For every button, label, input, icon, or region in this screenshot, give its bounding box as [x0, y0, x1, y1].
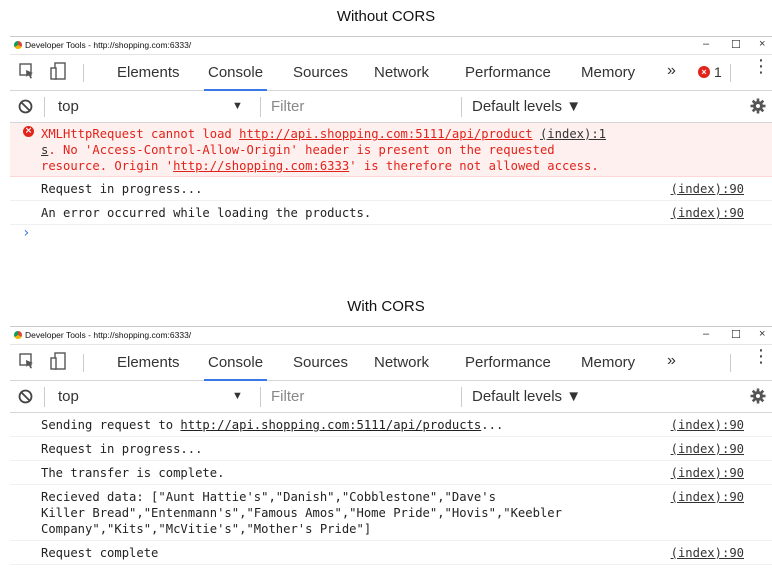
- tab-console[interactable]: Console: [203, 64, 268, 91]
- log-message-pre: Sending request to: [41, 418, 181, 432]
- log-source-link[interactable]: (index):90: [671, 205, 744, 221]
- more-tabs-button[interactable]: »: [667, 62, 676, 80]
- error-url-link[interactable]: http://api.shopping.com:5111/api/product: [239, 127, 533, 141]
- default-levels-dropdown[interactable]: Default levels ▼: [472, 388, 581, 405]
- tab-elements[interactable]: Elements: [117, 354, 180, 371]
- device-toolbar-icon[interactable]: [50, 352, 68, 370]
- log-source-link[interactable]: (index):90: [671, 545, 744, 561]
- error-icon: ×: [23, 126, 34, 137]
- close-button[interactable]: ×: [759, 38, 765, 50]
- log-source-link[interactable]: (index):90: [671, 441, 744, 457]
- tab-memory[interactable]: Memory: [581, 64, 635, 81]
- log-message-post: ...: [481, 418, 504, 432]
- tab-elements[interactable]: Elements: [117, 64, 180, 81]
- console-log-row: The transfer is complete. (index):90: [10, 461, 772, 485]
- tab-network[interactable]: Network: [374, 64, 429, 81]
- maximize-button[interactable]: ☐: [731, 38, 741, 51]
- tab-sources[interactable]: Sources: [293, 354, 348, 371]
- maximize-button[interactable]: ☐: [731, 328, 741, 341]
- console-log-row: Request in progress... (index):90: [10, 177, 772, 201]
- tab-memory[interactable]: Memory: [581, 354, 635, 371]
- log-source-link[interactable]: (index):90: [671, 465, 744, 481]
- settings-gear-icon[interactable]: [750, 388, 766, 404]
- toolbar-divider: [83, 64, 84, 82]
- filter-input[interactable]: Filter: [271, 388, 304, 405]
- devtools-toolbar: Elements Console Sources Network Perform…: [10, 55, 772, 91]
- window-titlebar: Developer Tools - http://shopping.com:63…: [10, 37, 772, 55]
- toolbar-divider: [730, 64, 731, 82]
- console-log-row: Recieved data: ["Aunt Hattie's","Danish"…: [10, 485, 772, 541]
- log-message: Request in progress...: [41, 182, 203, 196]
- context-selector[interactable]: top: [58, 98, 79, 115]
- console-prompt[interactable]: ›: [10, 225, 772, 244]
- filterbar-divider: [461, 387, 462, 407]
- tab-console[interactable]: Console: [203, 354, 268, 381]
- log-message: Request complete: [41, 546, 159, 560]
- chrome-icon: [14, 331, 22, 339]
- context-dropdown-icon[interactable]: ▼: [232, 100, 243, 112]
- log-source-link[interactable]: (index):90: [671, 181, 744, 197]
- close-button[interactable]: ×: [759, 328, 765, 340]
- clear-console-icon[interactable]: [18, 99, 33, 114]
- console-log-row: Sending request to http://api.shopping.c…: [10, 413, 772, 437]
- console-filterbar: top ▼ Filter Default levels ▼: [10, 91, 772, 123]
- prompt-chevron-icon: ›: [22, 225, 31, 241]
- inspect-element-icon[interactable]: [18, 62, 36, 80]
- filterbar-divider: [461, 97, 462, 117]
- log-message: An error occurred while loading the prod…: [41, 206, 372, 220]
- filterbar-divider: [260, 387, 261, 407]
- more-tabs-button[interactable]: »: [667, 352, 676, 370]
- minimize-button[interactable]: –: [703, 38, 709, 50]
- log-source-link[interactable]: (index):90: [671, 489, 744, 505]
- tab-performance[interactable]: Performance: [465, 354, 551, 371]
- caption-with-cors: With CORS: [347, 298, 425, 315]
- devtools-window-with-cors: Developer Tools - http://shopping.com:63…: [10, 326, 772, 565]
- console-filterbar: top ▼ Filter Default levels ▼: [10, 381, 772, 413]
- window-title: Developer Tools - http://shopping.com:63…: [25, 40, 192, 50]
- console-log-row: An error occurred while loading the prod…: [10, 201, 772, 225]
- window-titlebar: Developer Tools - http://shopping.com:63…: [10, 327, 772, 345]
- error-text-pre: XMLHttpRequest cannot load: [41, 127, 240, 141]
- caption-without-cors: Without CORS: [336, 8, 436, 25]
- kebab-menu-icon[interactable]: ⋮: [752, 347, 770, 365]
- log-message: The transfer is complete.: [41, 466, 225, 480]
- request-url-link[interactable]: http://api.shopping.com:5111/api/product…: [180, 418, 481, 432]
- error-count-icon[interactable]: ×: [698, 66, 710, 78]
- device-toolbar-icon[interactable]: [50, 62, 68, 80]
- chrome-icon: [14, 41, 22, 49]
- log-message: Request in progress...: [41, 442, 203, 456]
- tab-network[interactable]: Network: [374, 354, 429, 371]
- window-title: Developer Tools - http://shopping.com:63…: [25, 330, 192, 340]
- devtools-toolbar: Elements Console Sources Network Perform…: [10, 345, 772, 381]
- toolbar-divider: [730, 354, 731, 372]
- default-levels-dropdown[interactable]: Default levels ▼: [472, 98, 581, 115]
- error-count[interactable]: 1: [714, 64, 722, 80]
- console-log-row: Request complete (index):90: [10, 541, 772, 565]
- context-dropdown-icon[interactable]: ▼: [232, 390, 243, 402]
- tab-sources[interactable]: Sources: [293, 64, 348, 81]
- error-source-link[interactable]: (index):1: [540, 127, 606, 141]
- error-text-post: ' is therefore not allowed access.: [349, 159, 599, 173]
- filterbar-divider: [260, 97, 261, 117]
- error-origin-link[interactable]: http://shopping.com:6333: [173, 159, 349, 173]
- console-error-message: × XMLHttpRequest cannot load http://api.…: [10, 123, 772, 177]
- context-selector[interactable]: top: [58, 388, 79, 405]
- devtools-window-without-cors: Developer Tools - http://shopping.com:63…: [10, 36, 772, 244]
- minimize-button[interactable]: –: [703, 328, 709, 340]
- kebab-menu-icon[interactable]: ⋮: [752, 57, 770, 75]
- filterbar-divider: [44, 97, 45, 117]
- filter-input[interactable]: Filter: [271, 98, 304, 115]
- tab-performance[interactable]: Performance: [465, 64, 551, 81]
- filterbar-divider: [44, 387, 45, 407]
- toolbar-divider: [83, 354, 84, 372]
- log-message: Recieved data: ["Aunt Hattie's","Danish"…: [41, 490, 562, 536]
- console-log-row: Request in progress... (index):90: [10, 437, 772, 461]
- settings-gear-icon[interactable]: [750, 98, 766, 114]
- inspect-element-icon[interactable]: [18, 352, 36, 370]
- log-source-link[interactable]: (index):90: [671, 417, 744, 433]
- clear-console-icon[interactable]: [18, 389, 33, 404]
